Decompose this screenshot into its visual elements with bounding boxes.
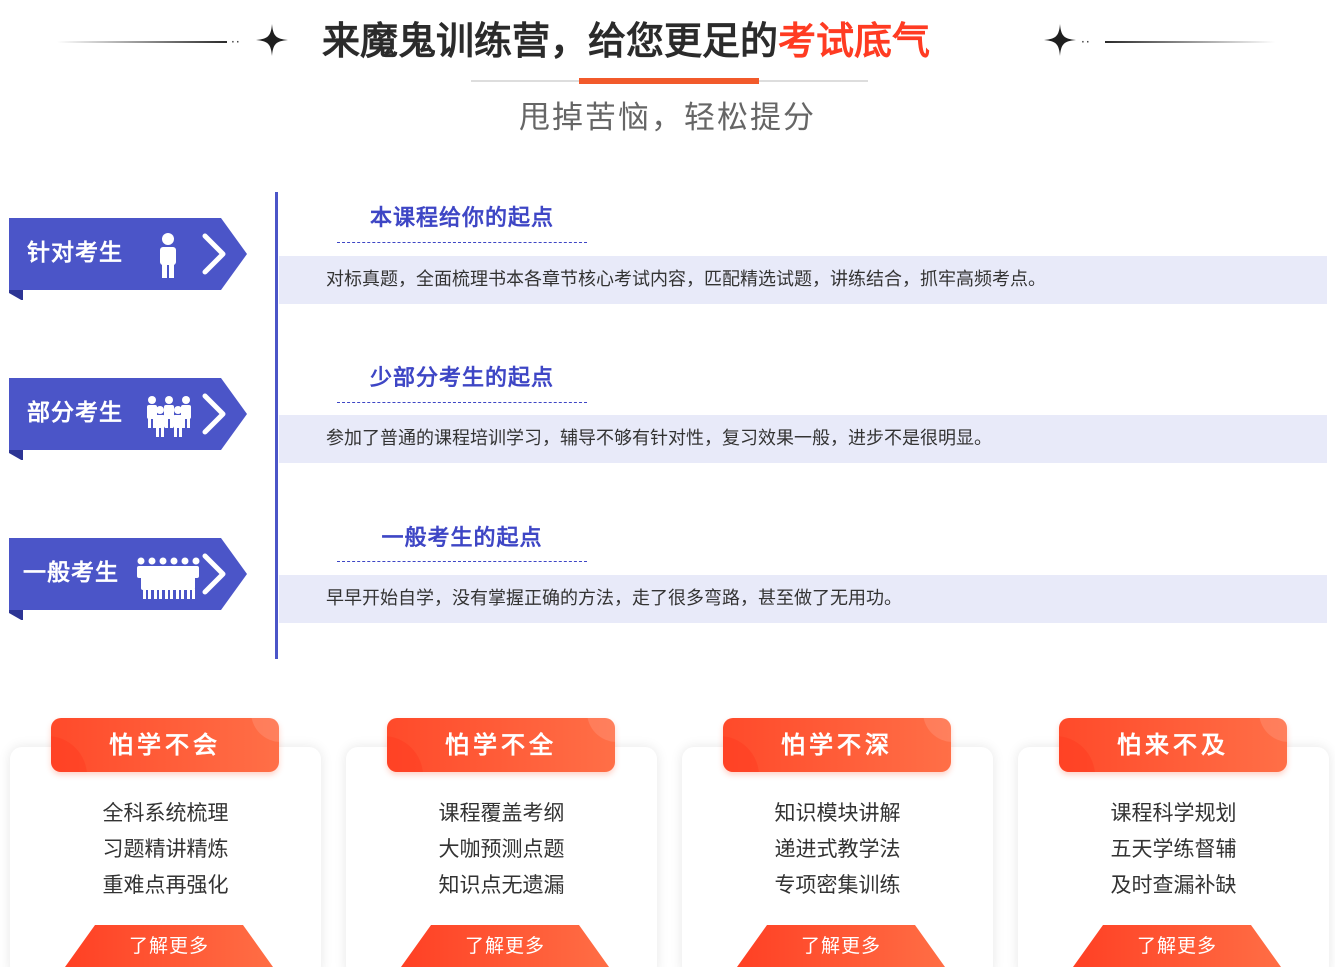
card-title: 怕学不深: [781, 731, 893, 759]
sparkle-icon: [256, 24, 288, 56]
title-divider-accent: [579, 78, 759, 84]
card-feature-item: 递进式教学法: [774, 837, 901, 861]
card-feature-item: 及时查漏补缺: [1110, 873, 1237, 897]
card-feature-item: 重难点再强化: [102, 873, 229, 897]
ribbon-some-students: 部分考生: [9, 378, 249, 460]
card-feature-item: 专项密集训练: [774, 873, 901, 897]
card-feature-list: 全科系统梳理 习题精讲精炼 重难点再强化: [10, 795, 321, 903]
sparkle-icon: [1044, 24, 1076, 56]
learn-more-label: 了解更多: [800, 935, 881, 957]
section-description: 对标真题，全面梳理书本各章节核心考试内容，匹配精选试题，讲练结合，抓牢高频考点。: [326, 269, 1046, 290]
card-feature-item: 五天学练督辅: [1110, 837, 1237, 861]
header-decor-dots-left: ··: [231, 35, 241, 49]
learn-more-button[interactable]: 了解更多: [401, 925, 609, 967]
page-title: 来魔鬼训练营，给您更足的考试底气: [322, 15, 1022, 67]
page-title-highlight: 考试底气: [778, 19, 931, 63]
section-description: 早早开始自学，没有掌握正确的方法，走了很多弯路，甚至做了无用功。: [326, 588, 902, 609]
header-decor-line-left: [57, 41, 227, 43]
learn-more-button[interactable]: 了解更多: [65, 925, 273, 967]
ribbon-general-students: 一般考生: [9, 538, 249, 620]
card-feature-item: 课程覆盖考纲: [438, 801, 565, 825]
timeline-line: [275, 192, 278, 659]
learn-more-label: 了解更多: [464, 935, 545, 957]
single-person-icon: [160, 233, 176, 278]
page-subtitle: 甩掉苦恼，轻松提分: [519, 100, 816, 136]
card-title: 怕来不及: [1117, 731, 1229, 759]
section-title: 一般考生的起点: [381, 526, 543, 551]
card-feature-item: 习题精讲精炼: [102, 837, 229, 861]
card-feature-list: 课程科学规划 五天学练督辅 及时查漏补缺: [1018, 795, 1329, 903]
section-title: 少部分考生的起点: [369, 366, 554, 391]
card-title-tab: 怕学不会: [51, 718, 279, 772]
section-title-underline: [337, 242, 587, 243]
header-decor-line-right: [1105, 41, 1275, 43]
card-feature-list: 课程覆盖考纲 大咖预测点题 知识点无遗漏: [346, 795, 657, 903]
card-feature-item: 大咖预测点题: [438, 837, 565, 861]
large-group-icon: [137, 557, 200, 599]
card-feature-list: 知识模块讲解 递进式教学法 专项密集训练: [682, 795, 993, 903]
card-title-tab: 怕学不全: [387, 718, 615, 772]
card-feature-item: 知识模块讲解: [774, 801, 901, 825]
card-feature-item: 课程科学规划: [1110, 801, 1237, 825]
ribbon-label: 一般考生: [23, 560, 119, 586]
page-title-main: 来魔鬼训练营，给您更足的: [322, 19, 779, 63]
small-group-icon: [147, 396, 191, 437]
ribbon-target-students: 针对考生: [9, 218, 249, 300]
ribbon-label: 部分考生: [27, 400, 123, 426]
learn-more-button[interactable]: 了解更多: [737, 925, 945, 967]
section-description: 参加了普通的课程培训学习，辅导不够有针对性，复习效果一般，进步不是很明显。: [326, 428, 992, 449]
ribbon-label: 针对考生: [27, 240, 123, 266]
card-title: 怕学不全: [445, 731, 557, 759]
learn-more-button[interactable]: 了解更多: [1073, 925, 1281, 967]
section-title-underline: [337, 402, 587, 403]
card-title: 怕学不会: [109, 731, 221, 759]
learn-more-label: 了解更多: [1136, 935, 1217, 957]
card-title-tab: 怕来不及: [1059, 718, 1287, 772]
card-feature-item: 知识点无遗漏: [438, 873, 565, 897]
card-feature-item: 全科系统梳理: [102, 801, 229, 825]
card-title-tab: 怕学不深: [723, 718, 951, 772]
section-title: 本课程给你的起点: [369, 206, 554, 231]
header-decor-dots-right: ··: [1081, 35, 1091, 49]
section-title-underline: [337, 561, 587, 562]
learn-more-label: 了解更多: [128, 935, 209, 957]
